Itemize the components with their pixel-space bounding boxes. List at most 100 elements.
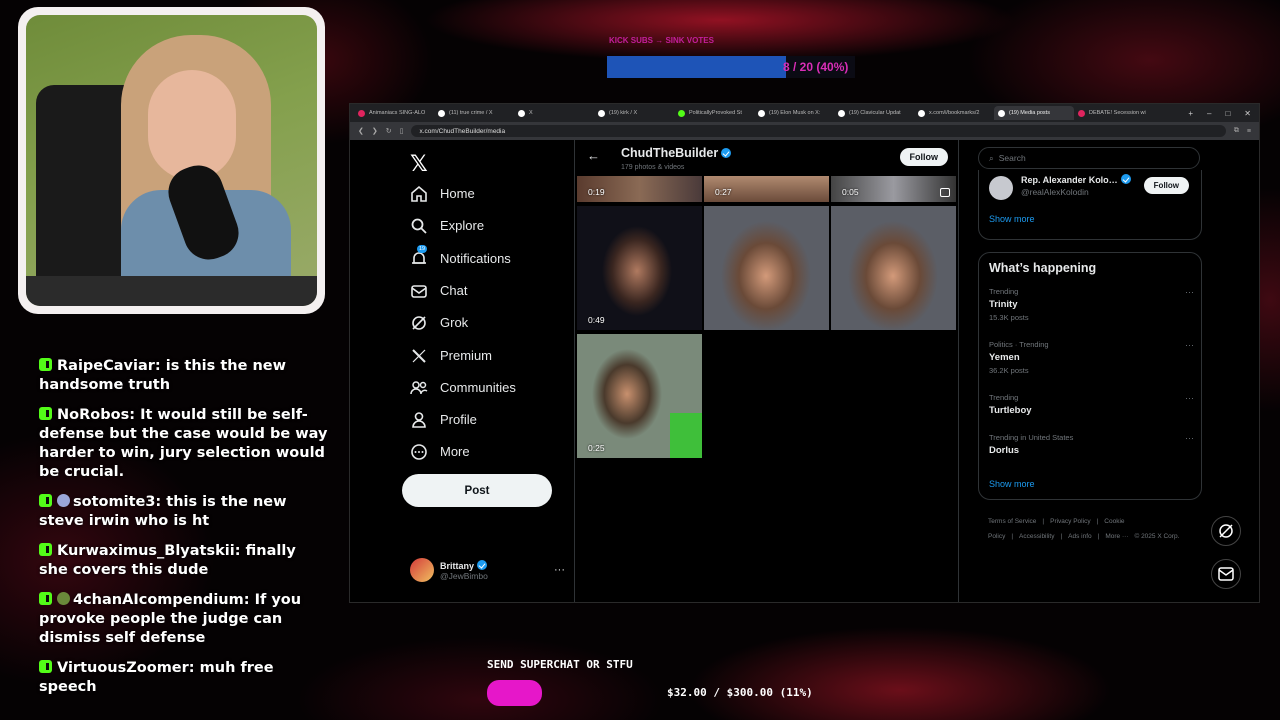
nav-item-premium[interactable]: Premium <box>410 347 492 364</box>
suggested-user-name[interactable]: Rep. Alexander Kolo… <box>1021 174 1131 185</box>
show-more-link[interactable]: Show more <box>989 479 1035 489</box>
browser-tab[interactable]: (19) Clavicular Updat <box>834 106 914 120</box>
more-dots-icon[interactable]: ··· <box>1185 433 1194 443</box>
notification-badge: 19 <box>417 244 428 253</box>
browser-tab[interactable]: x.com/i/bookmarks/2 <box>914 106 994 120</box>
tab-label: X <box>529 110 533 116</box>
account-switcher[interactable]: Brittany @JewBimbo ··· <box>410 558 565 582</box>
nav-item-profile[interactable]: Profile <box>410 411 477 428</box>
footer-link[interactable]: © 2025 X Corp. <box>1134 533 1179 540</box>
menu-icon[interactable]: ≡ <box>1247 128 1251 135</box>
tab-favicon-icon <box>598 109 605 117</box>
media-tile[interactable]: 0:19 <box>577 176 702 202</box>
nav-item-explore[interactable]: Explore <box>410 217 484 234</box>
maximize-icon[interactable]: □ <box>1225 109 1230 118</box>
footer-link[interactable]: Accessibility <box>1019 533 1054 540</box>
more-dots-icon[interactable]: ··· <box>1185 393 1194 403</box>
trend-item[interactable]: Trending in United States Dorlus ··· <box>989 433 1194 456</box>
extensions-icon[interactable]: ⧉ <box>1234 127 1239 135</box>
footer-link[interactable]: More ··· <box>1105 533 1128 540</box>
media-tile[interactable]: 0:05 <box>831 176 956 202</box>
kick-goal-label: KICK SUBS → SINK VOTES <box>609 36 714 45</box>
show-more-link[interactable]: Show more <box>989 214 1035 224</box>
profile-header: ← ChudTheBuilder 179 photos & videos Fol… <box>575 140 958 176</box>
tab-label: (19) Elon Musk on X: <box>769 110 821 116</box>
trend-name: Turtleboy <box>989 405 1032 416</box>
x-logo-icon[interactable]: 𝕏 <box>410 152 428 177</box>
avatar[interactable] <box>989 176 1013 200</box>
verified-icon <box>1120 174 1131 184</box>
trend-count: 15.3K posts <box>989 313 1029 322</box>
back-arrow-icon[interactable]: ← <box>587 148 600 163</box>
account-name: Brittany <box>440 560 475 571</box>
people-icon <box>410 379 428 396</box>
trend-context: Trending <box>989 393 1019 402</box>
tab-favicon-icon <box>918 109 925 117</box>
media-tile[interactable]: 0:25 <box>577 334 702 458</box>
nav-item-chat[interactable]: Chat <box>410 282 467 299</box>
browser-tab[interactable]: (11) true crime / X <box>434 106 514 120</box>
forward-icon[interactable]: ❯ <box>372 127 378 135</box>
chat-username: NoRobos <box>57 407 130 423</box>
browser-tab[interactable]: (19) kirk / X <box>594 106 674 120</box>
user-badge-icon <box>57 494 70 507</box>
trend-item[interactable]: Politics · Trending Yemen 36.2K posts ··· <box>989 340 1194 375</box>
kick-icon <box>39 592 52 605</box>
media-tile[interactable] <box>831 206 956 330</box>
x-icon <box>410 347 427 364</box>
media-tile[interactable]: 0:49 <box>577 206 702 330</box>
grok-icon <box>1219 524 1233 538</box>
footer-separator: | <box>1097 533 1100 540</box>
messages-float-button[interactable] <box>1211 559 1241 589</box>
nav-item-grok[interactable]: Grok <box>410 314 468 331</box>
kick-icon <box>39 543 52 556</box>
nav-label: Explore <box>440 218 485 234</box>
url-field[interactable]: x.com/ChudTheBuilder/media <box>411 125 1226 137</box>
nav-item-notifications[interactable]: 19 Notifications <box>410 244 511 267</box>
grok-float-button[interactable] <box>1211 516 1241 546</box>
browser-tab[interactable]: (19) Media posts <box>994 106 1074 120</box>
bookmark-icon[interactable]: ▯ <box>400 127 404 135</box>
close-window-icon[interactable]: ✕ <box>1244 109 1251 118</box>
nav-item-home[interactable]: Home <box>410 185 475 202</box>
search-input[interactable]: ⌕ Search <box>978 147 1200 169</box>
more-dots-icon[interactable]: ··· <box>554 564 565 576</box>
tab-favicon-icon <box>998 109 1005 117</box>
footer-link[interactable]: Privacy Policy <box>1050 518 1090 525</box>
browser-tab[interactable]: DEBATE! Secession wi <box>1074 106 1154 120</box>
superchat-progress-bar <box>487 680 542 706</box>
nav-item-communities[interactable]: Communities <box>410 379 516 396</box>
nav-label: Premium <box>440 347 493 363</box>
minimize-icon[interactable]: – <box>1207 109 1211 118</box>
tab-label: (19) kirk / X <box>609 110 638 116</box>
footer-link[interactable]: Terms of Service <box>988 518 1036 525</box>
chat-username: Kurwaximus_Blyatskii <box>57 543 235 559</box>
trend-item[interactable]: Trending Turtleboy ··· <box>989 393 1194 416</box>
trend-name: Dorlus <box>989 445 1020 456</box>
chat-panel: RaipeCaviar: is this the new handsome tr… <box>39 357 329 708</box>
follow-button[interactable]: Follow <box>899 148 948 166</box>
nav-label: Communities <box>440 379 516 395</box>
webcam-video <box>26 15 317 306</box>
video-duration: 0:25 <box>588 443 605 453</box>
footer-link[interactable]: Ads info <box>1068 533 1092 540</box>
add-tab-icon[interactable]: + <box>1188 109 1193 118</box>
nav-label: More <box>440 444 470 460</box>
trend-item[interactable]: Trending Trinity 15.3K posts ··· <box>989 287 1194 322</box>
home-icon <box>410 185 427 202</box>
more-dots-icon[interactable]: ··· <box>1185 287 1194 297</box>
follow-button[interactable]: Follow <box>1143 177 1189 194</box>
x-app: 𝕏 Post Brittany @JewBimbo ··· Home Explor… <box>350 140 1259 602</box>
browser-tab[interactable]: Animaniacs SING-ALO <box>354 106 434 120</box>
reload-icon[interactable]: ↻ <box>386 127 392 135</box>
back-icon[interactable]: ❮ <box>358 127 364 135</box>
more-dots-icon[interactable]: ··· <box>1185 340 1194 350</box>
browser-tab[interactable]: (19) Elon Musk on X: <box>754 106 834 120</box>
browser-tab[interactable]: PoliticallyProvoked St <box>674 106 754 120</box>
media-tile[interactable] <box>704 206 829 330</box>
media-tile[interactable]: 0:27 <box>704 176 829 202</box>
tab-favicon-icon <box>838 109 845 117</box>
post-button[interactable]: Post <box>402 474 552 507</box>
nav-item-more[interactable]: More <box>410 443 470 461</box>
browser-tab[interactable]: X <box>514 106 594 120</box>
